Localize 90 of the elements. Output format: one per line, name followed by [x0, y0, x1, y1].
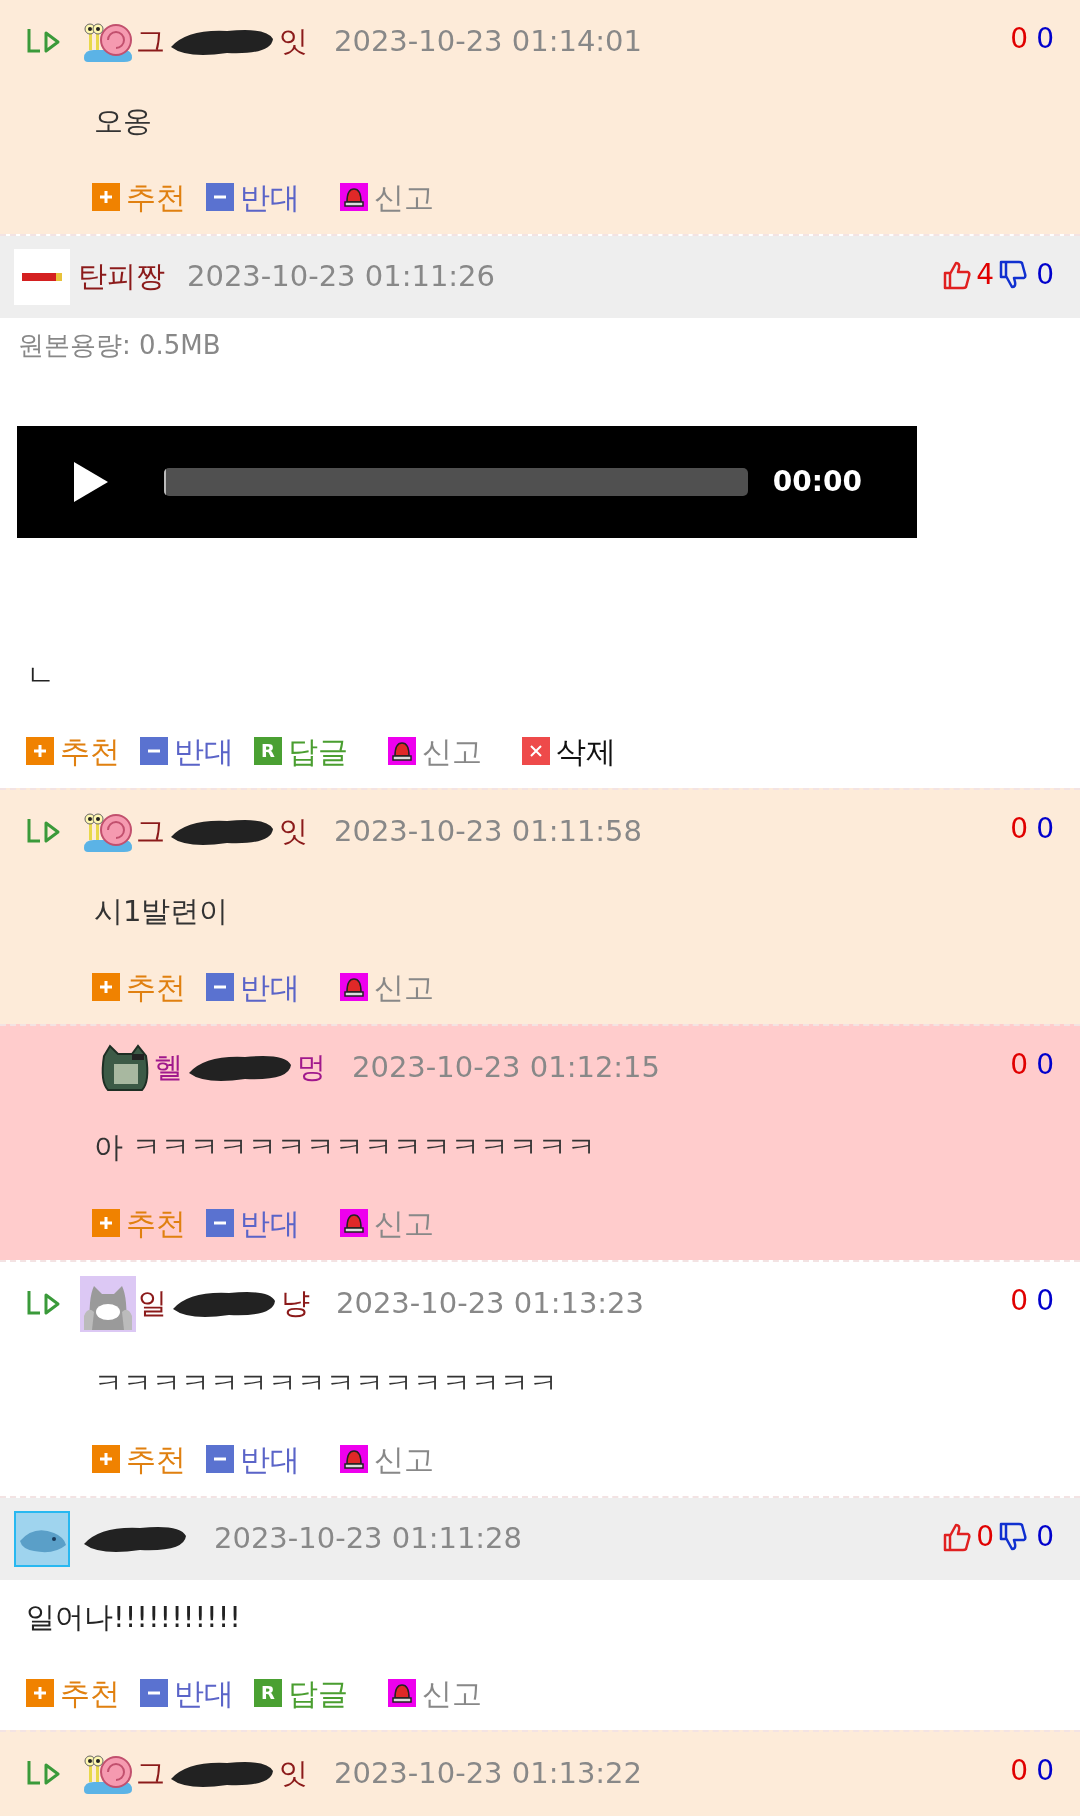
plus-icon — [26, 737, 54, 765]
plus-icon — [92, 183, 120, 211]
action-link[interactable]: 추천 — [92, 964, 186, 1010]
action-link[interactable]: 신고 — [340, 964, 434, 1010]
reply-badge-icon: R — [254, 1679, 282, 1707]
minus-icon — [206, 973, 234, 1001]
downvote-count: 0 — [1036, 257, 1054, 293]
author-name[interactable]: 잇 — [279, 20, 308, 64]
comment-text: 아 ㅋㅋㅋㅋㅋㅋㅋㅋㅋㅋㅋㅋㅋㅋㅋㅋ — [94, 1129, 597, 1167]
minus-icon — [140, 737, 168, 765]
siren-icon — [340, 1209, 368, 1237]
upvote-count: 4 — [976, 257, 995, 293]
downvote-count: 0 — [1036, 1753, 1054, 1789]
comment-date: 2023-10-23 01:13:23 — [336, 1285, 644, 1323]
comment-text: ㄴ — [26, 657, 55, 695]
action-link[interactable]: 신고 — [340, 1436, 434, 1482]
fish-icon — [14, 1511, 70, 1567]
siren-icon — [388, 1679, 416, 1707]
upvote-count: 0 — [1010, 811, 1029, 847]
thumbs-down-icon[interactable] — [998, 260, 1029, 290]
thumbs-down-icon[interactable] — [998, 1522, 1029, 1552]
upvote-count: 0 — [1010, 1047, 1029, 1083]
plus-icon — [92, 1209, 120, 1237]
action-link[interactable]: 신고 — [388, 728, 482, 774]
action-link[interactable]: R 답글 — [254, 1670, 348, 1716]
thumbs-up-icon[interactable] — [942, 1522, 973, 1552]
play-icon[interactable] — [72, 460, 110, 504]
bullet-icon — [14, 249, 70, 305]
action-link[interactable]: 삭제 — [522, 728, 616, 774]
action-link[interactable]: 반대 — [140, 728, 234, 774]
cat-icon — [80, 1276, 136, 1332]
upvote-count: 0 — [1010, 21, 1029, 57]
comment-date: 2023-10-23 01:12:15 — [352, 1049, 660, 1087]
upvote-count: 0 — [1010, 1753, 1029, 1789]
siren-icon — [340, 1445, 368, 1473]
comment-date: 2023-10-23 01:14:01 — [334, 23, 642, 61]
comment-text: 일어나!!!!!!!!!!! — [26, 1599, 241, 1637]
downvote-count: 0 — [1036, 1519, 1054, 1555]
siren-icon — [340, 973, 368, 1001]
action-link[interactable]: 반대 — [140, 1670, 234, 1716]
author-name[interactable]: 냥 — [281, 1282, 310, 1326]
action-link[interactable]: 추천 — [26, 1670, 120, 1716]
comment-text: 오옹 — [94, 103, 152, 141]
upvote-count: 0 — [976, 1519, 995, 1555]
action-link[interactable]: 반대 — [206, 964, 300, 1010]
file-size-label: 원본용량: 0.5MB — [18, 328, 221, 362]
action-link[interactable]: R 답글 — [254, 728, 348, 774]
action-link[interactable]: 반대 — [206, 174, 300, 220]
minus-icon — [140, 1679, 168, 1707]
action-link[interactable]: 추천 — [92, 1436, 186, 1482]
comment-date: 2023-10-23 01:11:26 — [187, 258, 495, 296]
author-name[interactable]: 그 — [136, 20, 165, 64]
author-name[interactable]: 일 — [138, 1282, 167, 1326]
siren-icon — [340, 183, 368, 211]
author-name[interactable]: 그 — [136, 810, 165, 854]
action-link[interactable]: 추천 — [92, 174, 186, 220]
minus-icon — [206, 1209, 234, 1237]
author-name[interactable]: 헬 — [154, 1046, 183, 1090]
action-link[interactable]: 반대 — [206, 1200, 300, 1246]
upvote-count: 0 — [1010, 1283, 1029, 1319]
minus-icon — [206, 183, 234, 211]
minus-icon — [206, 1445, 234, 1473]
author-name[interactable]: 탄피짱 — [78, 255, 165, 299]
action-link[interactable]: 추천 — [26, 728, 120, 774]
downvote-count: 0 — [1036, 21, 1054, 57]
action-link[interactable]: 신고 — [340, 174, 434, 220]
comment-text: ㅋㅋㅋㅋㅋㅋㅋㅋㅋㅋㅋㅋㅋㅋㅋㅋ — [94, 1365, 558, 1403]
progress-track[interactable] — [164, 468, 748, 496]
siren-icon — [388, 737, 416, 765]
comment-date: 2023-10-23 01:13:22 — [334, 1755, 642, 1793]
thumbs-up-icon[interactable] — [942, 260, 973, 290]
downvote-count: 0 — [1036, 1283, 1054, 1319]
close-icon — [522, 737, 550, 765]
downvote-count: 0 — [1036, 811, 1054, 847]
plus-icon — [26, 1679, 54, 1707]
author-name[interactable]: 멍 — [297, 1046, 326, 1090]
comment-date: 2023-10-23 01:11:28 — [214, 1520, 522, 1558]
action-link[interactable]: 신고 — [340, 1200, 434, 1246]
author-name[interactable]: 잇 — [279, 810, 308, 854]
comment-date: 2023-10-23 01:11:58 — [334, 813, 642, 851]
audio-time: 00:00 — [772, 464, 862, 500]
plus-icon — [92, 1445, 120, 1473]
action-link[interactable]: 신고 — [388, 1670, 482, 1716]
author-name[interactable]: 잇 — [279, 1752, 308, 1796]
plus-icon — [92, 973, 120, 1001]
author-name[interactable]: 그 — [136, 1752, 165, 1796]
reply-badge-icon: R — [254, 737, 282, 765]
downvote-count: 0 — [1036, 1047, 1054, 1083]
action-link[interactable]: 반대 — [206, 1436, 300, 1482]
comment-text: 시1발련이 — [94, 893, 229, 931]
